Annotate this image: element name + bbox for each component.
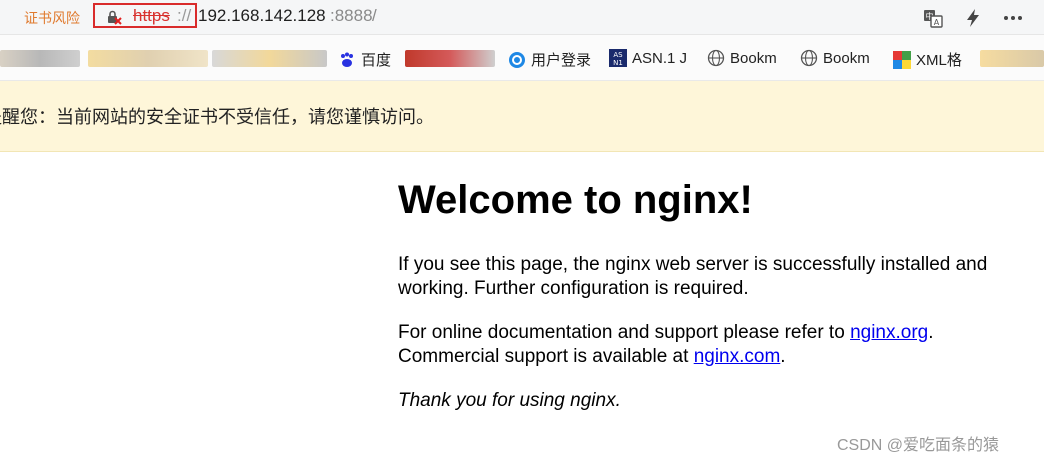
insecure-lock-icon[interactable] [106,9,122,25]
globe-icon [800,49,818,67]
bookmark-label: 用户登录 [531,52,592,69]
circle-e-icon [509,51,525,68]
intro-paragraph: If you see this page, the nginx web serv… [398,254,988,299]
more-menu-icon[interactable] [1002,7,1024,29]
bookmark-bookm-2[interactable]: Bookm [800,49,870,67]
docs-paragraph: For online documentation and support ple… [398,321,1034,369]
cert-risk-label[interactable]: 证书风险 [24,8,80,28]
nginx-org-link[interactable]: nginx.org [850,322,928,343]
bookmark-baidu[interactable]: 百度 [338,49,391,70]
baidu-paw-icon [341,52,353,67]
bookmark-label: Bookm [823,49,870,67]
bookmark-label: 百度 [361,52,392,69]
url-host[interactable]: 192.168.142.128 [198,6,326,26]
xml-puzzle-icon [893,50,911,69]
docs-text: For online documentation and support ple… [398,322,851,343]
bookmarks-bar: 百度 用户登录 AS N1 ASN.1 J Bookm Bookm XML格 [0,35,1044,81]
blurred-bookmark[interactable] [88,50,208,67]
url-path[interactable]: / [372,6,377,26]
translate-icon[interactable]: 中 A [922,7,944,29]
page-content: Welcome to nginx! If you see this page, … [398,178,1034,413]
bookmark-xml[interactable]: XML格 [893,49,962,70]
url-separator[interactable]: :// [177,6,191,26]
commercial-text: Commercial support is available at [398,346,694,367]
lightning-icon[interactable] [962,7,984,29]
blurred-bookmark[interactable] [0,50,80,67]
bookmark-label: XML格 [916,52,962,69]
bookmark-label: Bookm [730,49,777,67]
url-protocol[interactable]: https [133,6,170,26]
blurred-bookmark[interactable] [980,50,1044,67]
svg-text:N1: N1 [613,59,623,67]
thanks-paragraph: Thank you for using nginx. [398,390,621,411]
bookmark-bookm-1[interactable]: Bookm [707,49,777,67]
globe-icon [707,49,725,67]
asn-logo-icon: AS N1 [609,49,627,67]
svg-text:AS: AS [613,51,623,59]
bookmark-asn1[interactable]: AS N1 ASN.1 J [609,49,687,67]
svg-text:A: A [934,18,940,27]
commercial-period: . [780,346,786,367]
bookmark-label: ASN.1 J [632,49,688,67]
security-warning-banner: 提醒您：当前网站的安全证书不受信任，请您谨慎访问。 [0,81,1044,152]
address-bar: 证书风险 https :// 192.168.142.128 :8888 / 中… [0,0,1044,35]
security-warning-text: 提醒您：当前网站的安全证书不受信任，请您谨慎访问。 [0,107,434,127]
blurred-bookmark[interactable] [405,50,495,67]
nginx-com-link[interactable]: nginx.com [694,346,781,367]
url-port[interactable]: :8888 [330,6,373,26]
bookmark-user-login[interactable]: 用户登录 [508,49,591,70]
csdn-watermark: CSDN @爱吃面条的猿 [837,437,1000,454]
blurred-bookmark[interactable] [212,50,327,67]
docs-period: . [928,322,934,343]
page-heading: Welcome to nginx! [398,178,753,222]
